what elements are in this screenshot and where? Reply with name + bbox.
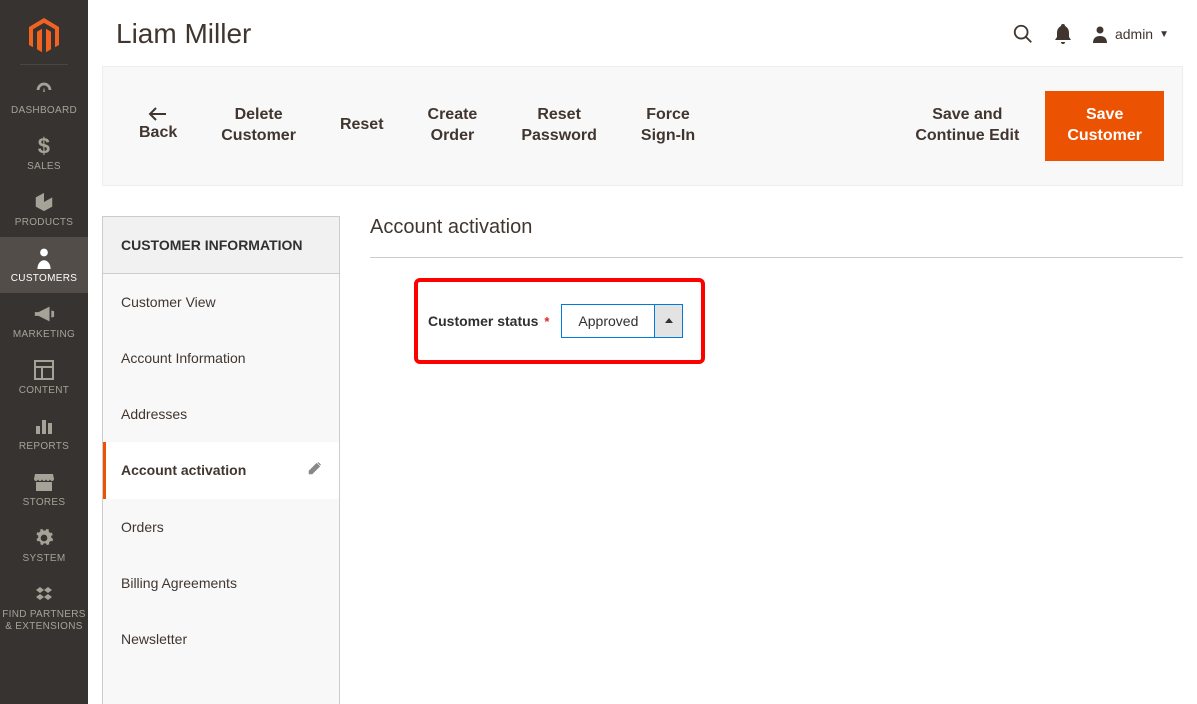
- main-area: Liam Miller admin ▼ Back Delete Customer…: [88, 0, 1197, 704]
- tab-label: Orders: [121, 519, 164, 535]
- dashboard-icon: [0, 79, 88, 101]
- tab-account-information[interactable]: Account Information: [103, 330, 339, 386]
- back-label: Back: [139, 123, 177, 144]
- gear-icon: [0, 527, 88, 549]
- person-icon: [0, 247, 88, 269]
- panel-title: CUSTOMER INFORMATION: [103, 217, 339, 274]
- nav-partners[interactable]: FIND PARTNERS & EXTENSIONS: [0, 573, 88, 641]
- nav-label: SALES: [0, 161, 88, 173]
- section-title: Account activation: [370, 216, 1183, 258]
- dollar-icon: $: [0, 135, 88, 157]
- nav-system[interactable]: SYSTEM: [0, 517, 88, 573]
- nav-marketing[interactable]: MARKETING: [0, 293, 88, 349]
- user-name: admin: [1115, 26, 1153, 42]
- tab-orders[interactable]: Orders: [103, 499, 339, 555]
- nav-label: PRODUCTS: [0, 217, 88, 229]
- caret-down-icon: ▼: [1159, 29, 1169, 40]
- content-body: CUSTOMER INFORMATION Customer View Accou…: [102, 216, 1183, 704]
- tab-label: Billing Agreements: [121, 575, 237, 591]
- nav-dashboard[interactable]: DASHBOARD: [0, 69, 88, 125]
- nav-label: DASHBOARD: [0, 105, 88, 117]
- page-header: Liam Miller admin ▼: [88, 0, 1197, 66]
- nav-label: STORES: [0, 497, 88, 509]
- nav-products[interactable]: PRODUCTS: [0, 181, 88, 237]
- nav-stores[interactable]: STORES: [0, 461, 88, 517]
- content-section: Account activation Customer status * App…: [370, 216, 1183, 704]
- magento-logo[interactable]: [0, 0, 88, 64]
- force-signin-button[interactable]: Force Sign-In: [623, 97, 713, 155]
- customer-status-label: Customer status *: [428, 313, 549, 329]
- nav-label: CONTENT: [0, 385, 88, 397]
- customer-info-panel: CUSTOMER INFORMATION Customer View Accou…: [102, 216, 340, 704]
- tab-newsletter[interactable]: Newsletter: [103, 611, 339, 667]
- box-icon: [0, 191, 88, 213]
- nav-content[interactable]: CONTENT: [0, 349, 88, 405]
- tab-addresses[interactable]: Addresses: [103, 386, 339, 442]
- layout-icon: [0, 359, 88, 381]
- megaphone-icon: [0, 303, 88, 325]
- nav-label: MARKETING: [0, 329, 88, 341]
- tab-label: Account Information: [121, 350, 246, 366]
- arrow-left-icon: [148, 107, 168, 121]
- tab-label: Account activation: [121, 462, 246, 478]
- tab-billing-agreements[interactable]: Billing Agreements: [103, 555, 339, 611]
- notification-icon[interactable]: [1051, 22, 1075, 46]
- back-button[interactable]: Back: [121, 99, 195, 152]
- svg-text:$: $: [38, 135, 51, 157]
- save-customer-button[interactable]: Save Customer: [1045, 91, 1164, 161]
- save-continue-button[interactable]: Save and Continue Edit: [897, 97, 1037, 155]
- nav-label: FIND PARTNERS & EXTENSIONS: [0, 609, 88, 633]
- tab-account-activation[interactable]: Account activation: [103, 442, 339, 499]
- delete-customer-button[interactable]: Delete Customer: [203, 97, 314, 155]
- tab-label: Addresses: [121, 406, 187, 422]
- bars-icon: [0, 415, 88, 437]
- admin-sidebar: DASHBOARD $ SALES PRODUCTS CUSTOMERS MAR…: [0, 0, 88, 704]
- nav-label: SYSTEM: [0, 553, 88, 565]
- blocks-icon: [0, 583, 88, 605]
- search-icon[interactable]: [1011, 22, 1035, 46]
- user-menu[interactable]: admin ▼: [1091, 25, 1169, 43]
- tab-label: Newsletter: [121, 631, 187, 647]
- triangle-up-icon: [665, 318, 673, 323]
- customer-status-select[interactable]: Approved: [561, 304, 683, 338]
- page-title: Liam Miller: [116, 18, 995, 50]
- highlighted-field-box: Customer status * Approved: [414, 278, 705, 364]
- reset-button[interactable]: Reset: [322, 107, 402, 144]
- required-indicator: *: [544, 314, 549, 329]
- select-value: Approved: [562, 305, 654, 337]
- nav-label: REPORTS: [0, 441, 88, 453]
- nav-sales[interactable]: $ SALES: [0, 125, 88, 181]
- nav-reports[interactable]: REPORTS: [0, 405, 88, 461]
- pencil-icon: [307, 462, 321, 479]
- nav-customers[interactable]: CUSTOMERS: [0, 237, 88, 293]
- action-bar: Back Delete Customer Reset Create Order …: [102, 66, 1183, 186]
- reset-password-button[interactable]: Reset Password: [503, 97, 615, 155]
- tab-customer-view[interactable]: Customer View: [103, 274, 339, 330]
- sidebar-divider: [20, 64, 68, 65]
- create-order-button[interactable]: Create Order: [410, 97, 496, 155]
- select-toggle[interactable]: [654, 305, 682, 337]
- nav-label: CUSTOMERS: [0, 273, 88, 285]
- user-icon: [1091, 25, 1109, 43]
- storefront-icon: [0, 471, 88, 493]
- tab-label: Customer View: [121, 294, 216, 310]
